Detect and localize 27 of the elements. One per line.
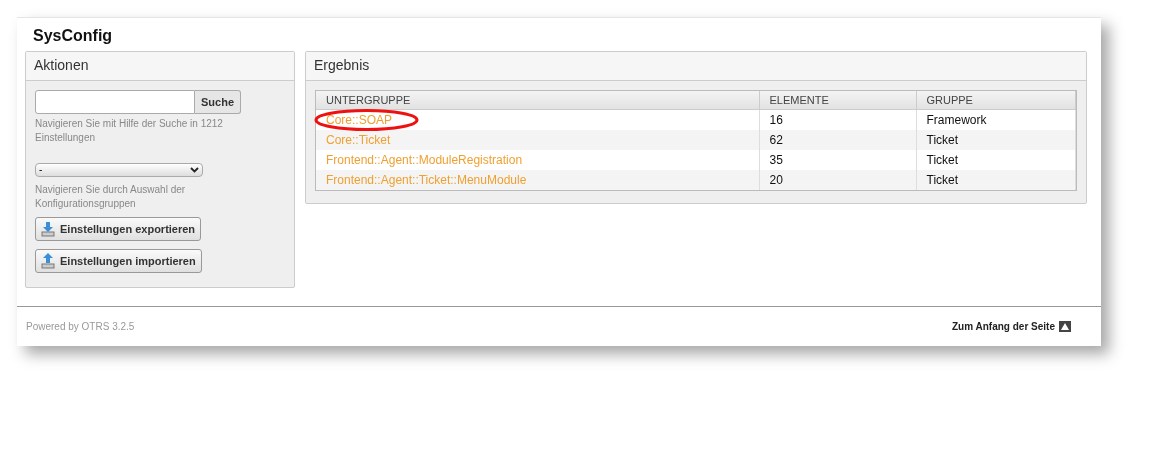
powered-by-text: Powered by OTRS 3.2.5 <box>26 320 135 335</box>
column-header: UNTERGRUPPE <box>316 90 759 110</box>
group-hint: Navigieren Sie durch Auswahl der Konfigurationsgruppen <box>35 182 187 211</box>
panel-title: Ergebnis <box>314 56 370 76</box>
table-cell: 20 <box>769 172 783 187</box>
search-button[interactable]: Suche <box>195 89 241 114</box>
table-cell: 16 <box>769 113 783 128</box>
chevron-down-icon <box>190 166 199 173</box>
download-icon <box>41 220 55 237</box>
search-field[interactable] <box>35 89 195 114</box>
search-hint: Navigieren Sie mit Hilfe der Suche in 1212 Einstellungen <box>35 116 224 145</box>
export-button[interactable]: Einstellungen exportieren <box>35 216 202 241</box>
table-cell: Framework <box>926 113 987 128</box>
column-header: ELEMENTE <box>759 90 916 110</box>
arrow-up-icon <box>1059 321 1071 333</box>
back-to-top-link[interactable]: Zum Anfang der Seite <box>952 319 1071 335</box>
table-cell: Ticket <box>926 132 959 147</box>
table-cell: 62 <box>769 132 783 147</box>
panel-title: Aktionen <box>34 56 89 76</box>
page-title: SysConfig <box>33 26 113 46</box>
column-header: GRUPPE <box>916 90 1076 110</box>
table-cell: Ticket <box>926 152 959 167</box>
table-cell: 35 <box>769 152 783 167</box>
table-cell: Ticket <box>926 172 959 187</box>
import-button[interactable]: Einstellungen importieren <box>35 248 202 273</box>
group-dropdown[interactable]: - <box>35 162 203 177</box>
upload-icon <box>41 252 55 269</box>
